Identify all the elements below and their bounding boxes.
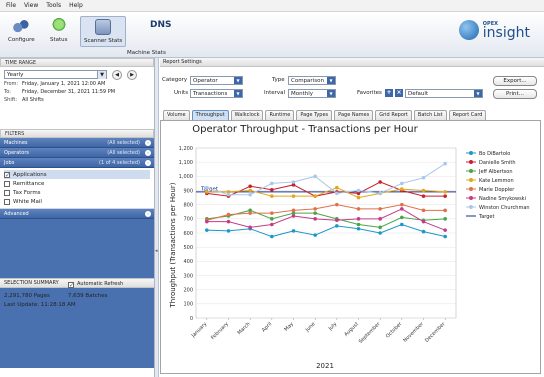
status-button[interactable]: Status [50, 18, 68, 43]
export-button[interactable]: Export... [493, 76, 537, 86]
tab-walkclock[interactable]: Walkclock [230, 110, 264, 120]
tab-runtime[interactable]: Runtime [265, 110, 295, 120]
period-select[interactable]: Yearly ▼ [4, 70, 107, 79]
category-select[interactable]: Operator ▼ [190, 76, 243, 85]
favorites-select[interactable]: Default ▼ [405, 89, 483, 98]
job-applications[interactable]: ✓ Applications [4, 170, 150, 179]
checkbox[interactable] [4, 198, 10, 205]
selection-summary-header: SELECTION SUMMARY ✓ Automatic Refresh [0, 278, 154, 288]
menu-view[interactable]: View [24, 2, 38, 9]
tab-page-types[interactable]: Page Types [296, 110, 333, 120]
tab-grid-report[interactable]: Grid Report [375, 110, 412, 120]
menu-tools[interactable]: Tools [46, 2, 61, 9]
filter-jobs[interactable]: Jobs (1 of 4 selected) ‹ [0, 158, 154, 168]
tab-page-names[interactable]: Page Names [334, 110, 374, 120]
menu-file[interactable]: File [6, 2, 16, 9]
panel-splitter[interactable]: ◂ [155, 58, 159, 377]
status-lightbulb-icon [50, 18, 67, 34]
tab-report-card[interactable]: Report Card [448, 110, 487, 120]
chevron-icon: › [145, 150, 151, 156]
configure-button[interactable]: Configure [8, 18, 35, 43]
from-row: From: Friday, January 1, 2021 12:00 AM [4, 81, 106, 87]
opex-insight-logo: OPEX insight [458, 20, 530, 40]
next-period-button[interactable]: ▶ [127, 70, 137, 80]
tab-throughput[interactable]: Throughput [191, 110, 229, 120]
job-white-mail[interactable]: White Mail [4, 197, 150, 206]
chevron-icon: › [145, 140, 151, 146]
dns-logo: DNS [150, 20, 172, 30]
scanner-icon [95, 19, 112, 35]
delete-favorite-button[interactable]: × [395, 89, 403, 97]
menu-bar: File View Tools Help [0, 0, 544, 12]
print-button[interactable]: Print... [493, 89, 537, 99]
chevron-down-icon: ▼ [97, 71, 106, 79]
interval-select[interactable]: Monthly ▼ [288, 89, 336, 98]
report-settings: Category Operator ▼ Units Transactions ▼… [160, 67, 544, 107]
job-tax-forms[interactable]: Tax Forms [4, 188, 150, 197]
chevron-down-icon: ▼ [327, 90, 335, 97]
chevron-down-icon: ▼ [234, 90, 242, 97]
tab-volume[interactable]: Volume [163, 110, 190, 120]
checkbox[interactable] [4, 180, 10, 187]
chevron-down-icon: ▼ [474, 90, 482, 97]
opex-globe-icon [458, 20, 479, 40]
filter-advanced[interactable]: Advanced › [0, 209, 154, 219]
time-range-body: Yearly ▼ ◀ ▶ From: Friday, January 1, 202… [0, 67, 154, 117]
chevron-icon: › [145, 211, 151, 217]
selection-summary: 2,291,780 Pages 7,639 Batches Last Update… [4, 293, 108, 308]
checkbox-checked[interactable]: ✓ [68, 281, 74, 288]
units-select[interactable]: Transactions ▼ [190, 89, 243, 98]
checkbox[interactable] [4, 189, 10, 196]
report-settings-header: Report Settings [160, 58, 544, 67]
left-panel: TIME RANGE Yearly ▼ ◀ ▶ From: Friday, Jan… [0, 58, 155, 377]
chart-title: Operator Throughput - Transactions per H… [192, 124, 418, 135]
chevron-down-icon: ▼ [327, 77, 335, 84]
tab-batch-list[interactable]: Batch List [413, 110, 447, 120]
job-remittance[interactable]: Remittance [4, 179, 150, 188]
automatic-refresh-toggle[interactable]: ✓ Automatic Refresh [68, 280, 123, 289]
machine-stats-button[interactable]: Machine Stats [127, 39, 166, 56]
shift-row: Shift: All Shifts [4, 97, 44, 103]
checkbox-checked[interactable]: ✓ [4, 171, 10, 178]
time-range-header: TIME RANGE [0, 58, 154, 67]
to-row: To: Friday, December 31, 2021 11:59 PM [4, 89, 116, 95]
filters-header: FILTERS [0, 129, 154, 138]
toolbar: Configure Status Scanner Stats DNS Machi… [0, 12, 544, 58]
menu-help[interactable]: Help [69, 2, 83, 9]
scanner-stats-button[interactable]: Scanner Stats [80, 16, 127, 47]
jobs-list: ✓ Applications Remittance Tax Forms Whit… [0, 168, 154, 209]
previous-period-button[interactable]: ◀ [112, 70, 122, 80]
chart-frame [160, 120, 541, 374]
chevron-down-icon: ▼ [234, 77, 242, 84]
filter-operators[interactable]: Operators (All selected) › [0, 148, 154, 158]
gear-cluster-icon [13, 18, 30, 34]
collapse-arrow-icon: ◂ [155, 248, 158, 254]
type-select[interactable]: Comparison ▼ [288, 76, 336, 85]
add-favorite-button[interactable]: + [385, 89, 393, 97]
chevron-up-icon: ‹ [145, 160, 151, 166]
filter-machines[interactable]: Machines (All selected) › [0, 138, 154, 148]
